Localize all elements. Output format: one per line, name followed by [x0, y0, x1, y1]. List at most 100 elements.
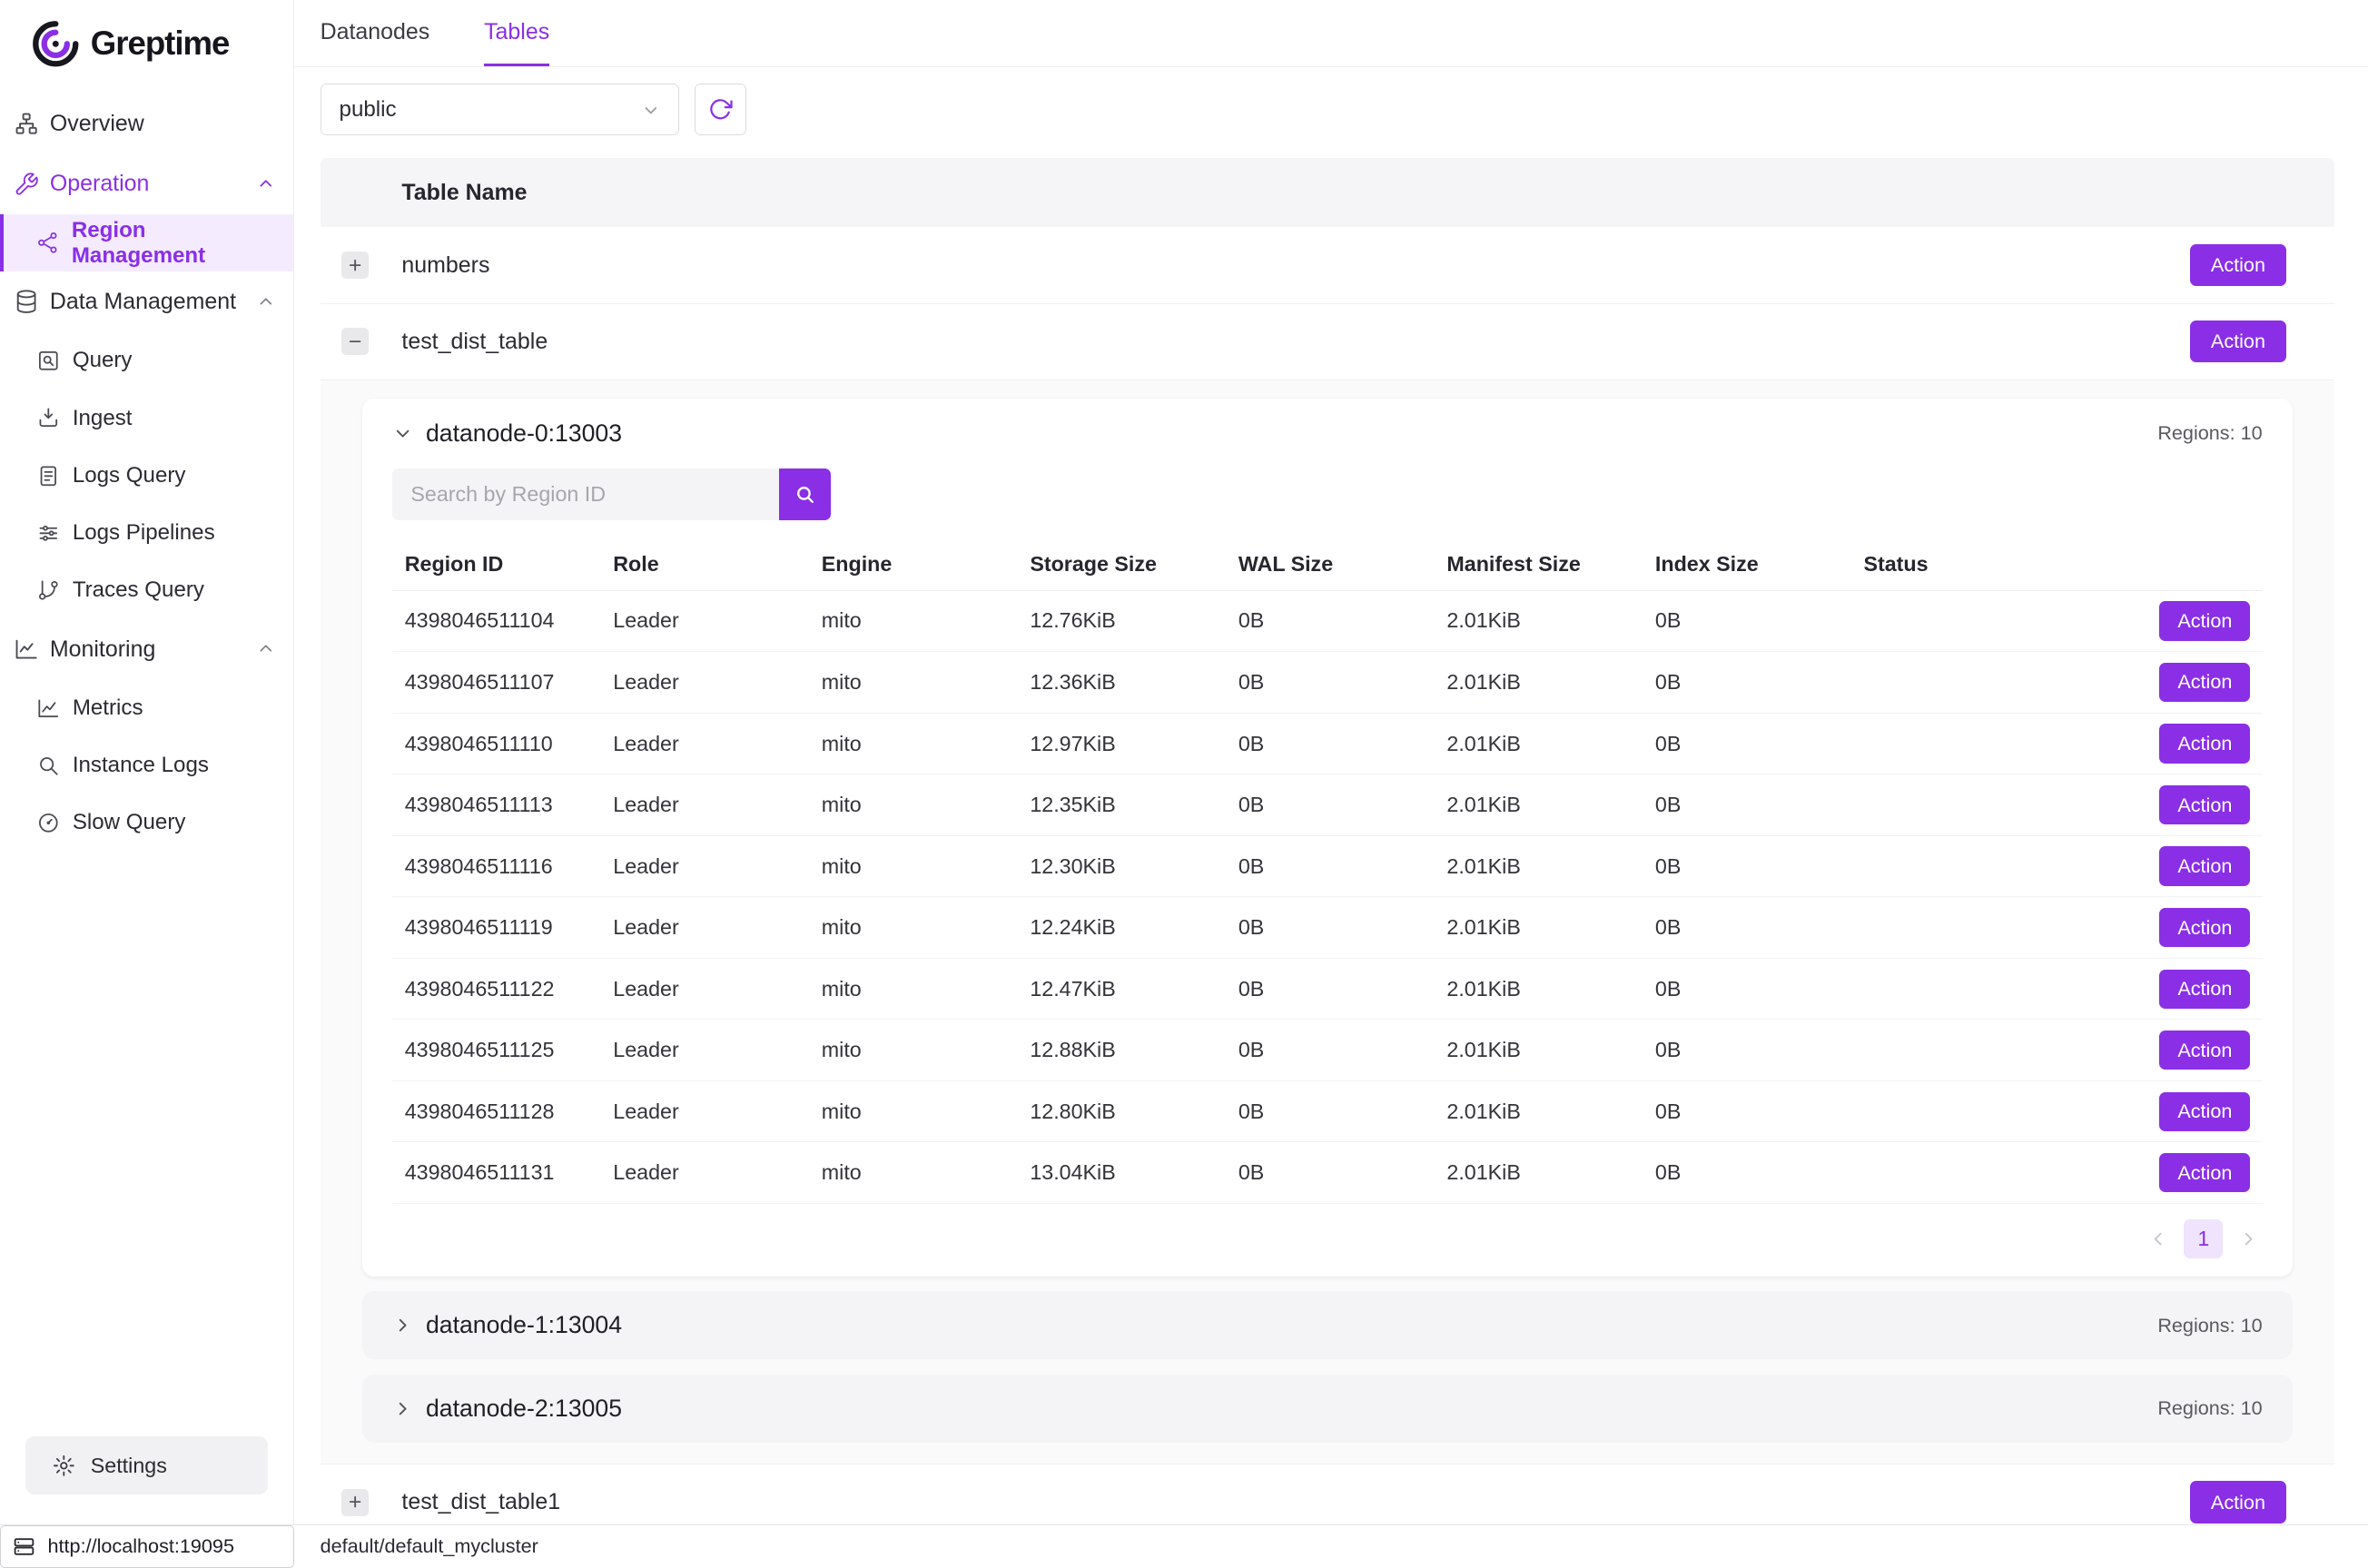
tabbar: Datanodes Tables	[294, 0, 2368, 67]
index-size-cell: 0B	[1643, 835, 1852, 897]
column-header: Manifest Size	[1435, 538, 1643, 590]
column-header: Storage Size	[1018, 538, 1227, 590]
region-action-button[interactable]: Action	[2159, 1031, 2250, 1070]
wal-size-cell: 0B	[1227, 958, 1436, 1020]
table-action-button[interactable]: Action	[2190, 244, 2287, 287]
refresh-button[interactable]	[695, 84, 746, 135]
table-action-button[interactable]: Action	[2190, 321, 2287, 363]
column-header: Engine	[809, 538, 1018, 590]
role-cell: Leader	[601, 1142, 810, 1204]
datanode-2-header[interactable]: datanode-2:13005 Regions: 10	[362, 1375, 2293, 1443]
region-id-cell: 4398046511113	[392, 774, 601, 836]
tree-icon	[36, 578, 61, 603]
region-table-row: 4398046511119 Leader mito 12.24KiB 0B 2.…	[392, 897, 2262, 959]
datanode-0-card: datanode-0:13003 Regions: 10	[362, 399, 2293, 1277]
collapse-icon[interactable]	[341, 328, 369, 355]
sidebar-item-logs-query[interactable]: Logs Query	[0, 447, 293, 504]
chevron-down-icon	[641, 100, 661, 120]
engine-cell: mito	[809, 1020, 1018, 1081]
expand-icon[interactable]	[341, 1489, 369, 1516]
region-action-button[interactable]: Action	[2159, 1092, 2250, 1131]
wal-size-cell: 0B	[1227, 897, 1436, 959]
region-table-header-row: Region ID Role Engine Storage Size WAL S…	[392, 538, 2262, 590]
statusbar: http://localhost:19095 default/default_m…	[0, 1524, 2368, 1568]
region-id-cell: 4398046511110	[392, 713, 601, 774]
region-action-cell: Action	[2060, 774, 2263, 836]
sidebar-item-region-management[interactable]: Region Management	[0, 214, 293, 271]
region-action-button[interactable]: Action	[2159, 785, 2250, 824]
sidebar-item-label: Metrics	[73, 695, 143, 721]
sidebar-item-instance-logs[interactable]: Instance Logs	[0, 737, 293, 794]
wal-size-cell: 0B	[1227, 1142, 1436, 1204]
sidebar-item-overview[interactable]: Overview	[0, 94, 293, 154]
table-action-button[interactable]: Action	[2190, 1481, 2287, 1524]
region-search-input[interactable]	[392, 468, 779, 520]
region-table-row: 4398046511113 Leader mito 12.35KiB 0B 2.…	[392, 774, 2262, 836]
storage-size-cell: 12.97KiB	[1018, 713, 1227, 774]
role-cell: Leader	[601, 835, 810, 897]
region-id-cell: 4398046511116	[392, 835, 601, 897]
region-action-button[interactable]: Action	[2159, 601, 2250, 640]
status-cell	[1851, 835, 2060, 897]
storage-size-cell: 12.76KiB	[1018, 590, 1227, 652]
tab-datanodes[interactable]: Datanodes	[321, 0, 430, 66]
sidebar-item-slow-query[interactable]: Slow Query	[0, 794, 293, 852]
sidebar-item-label: Operation	[50, 171, 150, 197]
region-action-button[interactable]: Action	[2159, 846, 2250, 885]
region-table-row: 4398046511104 Leader mito 12.76KiB 0B 2.…	[392, 590, 2262, 652]
role-cell: Leader	[601, 897, 810, 959]
chevron-up-icon	[256, 292, 276, 312]
sidebar-item-ingest[interactable]: Ingest	[0, 390, 293, 447]
region-action-button[interactable]: Action	[2159, 970, 2250, 1009]
sidebar: Greptime Overview Operation	[0, 0, 294, 1524]
datanode-1-header[interactable]: datanode-1:13004 Regions: 10	[362, 1291, 2293, 1359]
manifest-size-cell: 2.01KiB	[1435, 897, 1643, 959]
sidebar-item-metrics[interactable]: Metrics	[0, 679, 293, 736]
engine-cell: mito	[809, 897, 1018, 959]
sidebar-item-operation[interactable]: Operation	[0, 154, 293, 215]
datanode-0-header[interactable]: datanode-0:13003 Regions: 10	[392, 419, 2262, 448]
index-size-cell: 0B	[1643, 958, 1852, 1020]
pagination-page-1[interactable]: 1	[2184, 1219, 2223, 1258]
index-size-cell: 0B	[1643, 1020, 1852, 1081]
regions-count: Regions: 10	[2157, 421, 2262, 445]
sidebar-item-query[interactable]: Query	[0, 332, 293, 390]
status-cell	[1851, 1142, 2060, 1204]
tables-list-header: Table Name	[321, 158, 2335, 228]
region-action-button[interactable]: Action	[2159, 908, 2250, 947]
storage-size-cell: 12.80KiB	[1018, 1080, 1227, 1142]
schema-select[interactable]: public	[321, 84, 680, 135]
manifest-size-cell: 2.01KiB	[1435, 590, 1643, 652]
sidebar-item-data-management[interactable]: Data Management	[0, 271, 293, 332]
connection-url-box[interactable]: http://localhost:19095	[0, 1525, 294, 1568]
manifest-size-cell: 2.01KiB	[1435, 958, 1643, 1020]
pagination-next-icon[interactable]	[2238, 1228, 2259, 1249]
table-row: test_dist_table Action	[321, 304, 2335, 380]
tab-tables[interactable]: Tables	[484, 0, 549, 66]
wal-size-cell: 0B	[1227, 835, 1436, 897]
engine-cell: mito	[809, 958, 1018, 1020]
sidebar-item-label: Slow Query	[73, 810, 186, 835]
sidebar-item-label: Traces Query	[73, 577, 204, 603]
column-header: Role	[601, 538, 810, 590]
role-cell: Leader	[601, 713, 810, 774]
region-action-button[interactable]: Action	[2159, 724, 2250, 763]
sidebar-item-logs-pipelines[interactable]: Logs Pipelines	[0, 505, 293, 562]
sidebar-item-monitoring[interactable]: Monitoring	[0, 619, 293, 680]
pagination-prev-icon[interactable]	[2147, 1228, 2168, 1249]
document-icon	[36, 464, 61, 488]
role-cell: Leader	[601, 1020, 810, 1081]
toolbar: public	[294, 67, 2368, 152]
region-search-button[interactable]	[779, 468, 831, 520]
region-id-cell: 4398046511104	[392, 590, 601, 652]
region-table: Region ID Role Engine Storage Size WAL S…	[392, 538, 2262, 1204]
sidebar-item-traces-query[interactable]: Traces Query	[0, 562, 293, 619]
index-size-cell: 0B	[1643, 1080, 1852, 1142]
region-action-button[interactable]: Action	[2159, 1153, 2250, 1192]
settings-button[interactable]: Settings	[25, 1436, 268, 1494]
expand-icon[interactable]	[341, 251, 369, 279]
index-size-cell: 0B	[1643, 590, 1852, 652]
role-cell: Leader	[601, 652, 810, 714]
index-size-cell: 0B	[1643, 774, 1852, 836]
region-action-button[interactable]: Action	[2159, 663, 2250, 702]
